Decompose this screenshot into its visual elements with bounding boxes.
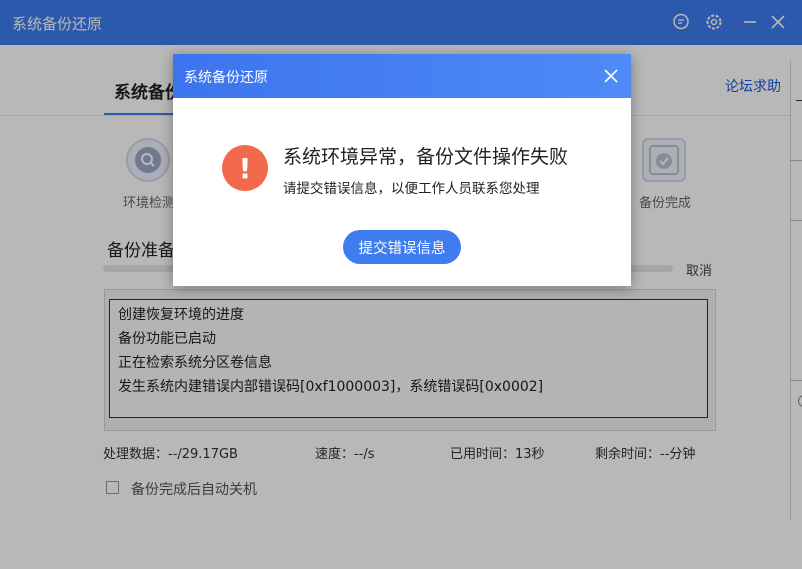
error-dialog: 系统备份还原 ! 系统环境异常，备份文件操作失败 请提交错误信息，以便工作人员联… [173, 54, 631, 286]
submit-error-button[interactable]: 提交错误信息 [343, 230, 461, 264]
warning-icon: ! [222, 145, 268, 191]
dialog-close-icon[interactable] [601, 66, 621, 86]
error-submessage: 请提交错误信息，以便工作人员联系您处理 [283, 181, 540, 197]
error-message: 系统环境异常，备份文件操作失败 [283, 146, 569, 168]
dialog-header: 系统备份还原 [173, 54, 631, 98]
dialog-title: 系统备份还原 [184, 70, 268, 86]
